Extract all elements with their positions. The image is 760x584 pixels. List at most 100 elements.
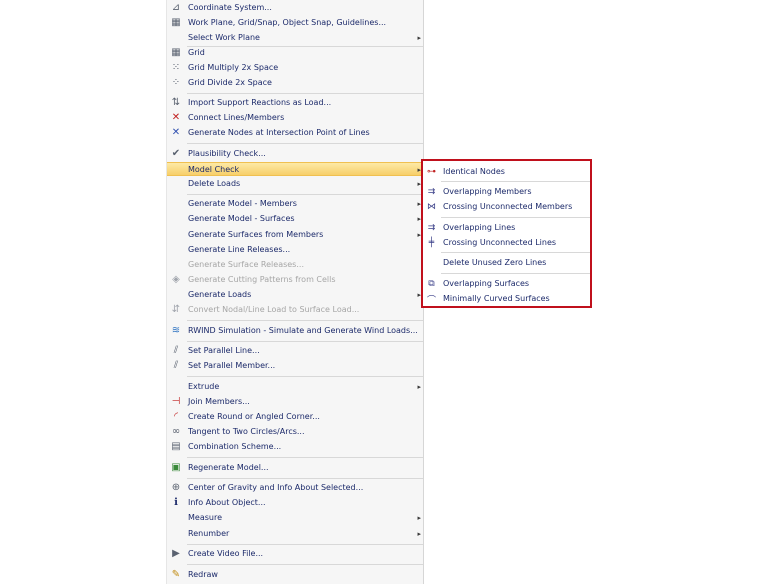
menu-item-label: Generate Nodes at Intersection Point of … <box>188 128 370 137</box>
menu-item-rwind-simulation[interactable]: ≋ RWIND Simulation - Simulate and Generat… <box>167 324 423 338</box>
menu-separator <box>187 93 423 94</box>
menu-item-connect-lines[interactable]: ✕ Connect Lines/Members <box>167 111 423 125</box>
submenu-arrow-icon: ▸ <box>417 530 421 538</box>
submenu-arrow-icon: ▸ <box>417 514 421 522</box>
menu-item-generate-model-surfaces[interactable]: Generate Model - Surfaces ▸ <box>167 212 423 226</box>
submenu-item-identical-nodes[interactable]: ⊶ Identical Nodes <box>423 165 590 179</box>
menu-item-generate-model-members[interactable]: Generate Model - Members ▸ <box>167 197 423 211</box>
submenu-separator <box>441 273 590 274</box>
plausibility-check-icon: ✔ <box>171 148 181 159</box>
menu-item-grid-divide[interactable]: ⁘ Grid Divide 2x Space <box>167 76 423 90</box>
menu-item-label: Model Check <box>188 165 240 174</box>
menu-item-label: Center of Gravity and Info About Selecte… <box>188 483 364 492</box>
overlapping-lines-icon: ⇉ <box>427 223 436 233</box>
menu-item-tangent-circles[interactable]: ∞ Tangent to Two Circles/Arcs... <box>167 425 423 439</box>
menu-item-regenerate-model[interactable]: ▣ Regenerate Model... <box>167 461 423 475</box>
menu-item-generate-surfaces-from-members[interactable]: Generate Surfaces from Members ▸ <box>167 228 423 242</box>
menu-item-plausibility-check[interactable]: ✔ Plausibility Check... <box>167 147 423 161</box>
menu-item-round-corner[interactable]: ◜ Create Round or Angled Corner... <box>167 410 423 424</box>
menu-item-generate-surface-releases: Generate Surface Releases... <box>167 258 423 272</box>
model-check-submenu: ⊶ Identical Nodes ⇉ Overlapping Members ⋈ C… <box>421 159 592 308</box>
menu-item-label: Create Round or Angled Corner... <box>188 412 320 421</box>
submenu-item-overlapping-surfaces[interactable]: ⧉ Overlapping Surfaces <box>423 277 590 291</box>
menu-item-combination-scheme[interactable]: ▤ Combination Scheme... <box>167 440 423 454</box>
menu-item-label: Set Parallel Member... <box>188 361 276 370</box>
menu-item-delete-loads[interactable]: Delete Loads ▸ <box>167 177 423 191</box>
menu-separator <box>187 544 423 545</box>
submenu-item-minimally-curved-surfaces[interactable]: ⌒ Minimally Curved Surfaces <box>423 292 590 306</box>
menu-item-generate-line-releases[interactable]: Generate Line Releases... <box>167 243 423 257</box>
regenerate-model-icon: ▣ <box>171 462 181 473</box>
menu-item-work-plane[interactable]: ▦ Work Plane, Grid/Snap, Object Snap, Gui… <box>167 16 423 30</box>
curved-surfaces-icon: ⌒ <box>426 295 436 306</box>
menu-item-label: Convert Nodal/Line Load to Surface Load.… <box>188 305 360 314</box>
submenu-arrow-icon: ▸ <box>417 34 421 42</box>
submenu-item-label: Overlapping Lines <box>443 223 516 232</box>
menu-item-label: Generate Line Releases... <box>188 245 291 254</box>
menu-separator <box>187 143 423 144</box>
menu-item-coordinate-system[interactable]: ⊿ Coordinate System... <box>167 1 423 15</box>
submenu-separator <box>441 217 590 218</box>
submenu-arrow-icon: ▸ <box>417 383 421 391</box>
menu-item-label: Generate Model - Members <box>188 199 297 208</box>
grid-divide-icon: ⁘ <box>171 77 181 88</box>
submenu-separator <box>441 252 590 253</box>
submenu-item-label: Overlapping Surfaces <box>443 279 530 288</box>
submenu-item-overlapping-lines[interactable]: ⇉ Overlapping Lines <box>423 221 590 235</box>
crossing-lines-icon: ╪ <box>428 238 435 248</box>
menu-item-redraw[interactable]: ✎ Redraw <box>167 568 423 582</box>
submenu-item-label: Delete Unused Zero Lines <box>443 258 547 267</box>
menu-item-label: Regenerate Model... <box>188 463 269 472</box>
menu-item-grid-multiply[interactable]: ⁙ Grid Multiply 2x Space <box>167 61 423 75</box>
parallel-line-icon: ⫽ <box>173 345 179 356</box>
menu-item-join-members[interactable]: ⊣ Join Members... <box>167 395 423 409</box>
menu-item-label: Import Support Reactions as Load... <box>188 98 332 107</box>
submenu-item-delete-unused-zero-lines[interactable]: Delete Unused Zero Lines <box>423 256 590 270</box>
menu-item-center-of-gravity[interactable]: ⊕ Center of Gravity and Info About Select… <box>167 481 423 495</box>
join-members-icon: ⊣ <box>171 396 181 407</box>
round-corner-icon: ◜ <box>174 411 178 422</box>
menu-item-info-about-object[interactable]: ℹ Info About Object... <box>167 496 423 510</box>
submenu-item-overlapping-members[interactable]: ⇉ Overlapping Members <box>423 185 590 199</box>
menu-item-label: RWIND Simulation - Simulate and Generate… <box>188 326 418 335</box>
menu-item-import-support-reactions[interactable]: ⇅ Import Support Reactions as Load... <box>167 96 423 110</box>
menu-item-label: Set Parallel Line... <box>188 346 260 355</box>
submenu-item-crossing-lines[interactable]: ╪ Crossing Unconnected Lines <box>423 236 590 250</box>
menu-item-model-check[interactable]: Model Check ▸ <box>167 162 423 176</box>
menu-separator <box>187 564 423 565</box>
menu-item-create-video-file[interactable]: ▶ Create Video File... <box>167 547 423 561</box>
menu-item-measure[interactable]: Measure ▸ <box>167 511 423 525</box>
info-icon: ℹ <box>174 497 178 508</box>
menu-item-set-parallel-line[interactable]: ⫽ Set Parallel Line... <box>167 344 423 358</box>
menu-item-renumber[interactable]: Renumber ▸ <box>167 527 423 541</box>
menu-item-label: Combination Scheme... <box>188 442 282 451</box>
import-reactions-icon: ⇅ <box>171 97 181 108</box>
menu-item-select-work-plane[interactable]: Select Work Plane ▸ <box>167 31 423 45</box>
crossing-members-icon: ⋈ <box>427 202 436 212</box>
menu-separator <box>187 341 423 342</box>
parallel-member-icon: ⫽ <box>173 360 179 371</box>
menu-item-label: Select Work Plane <box>188 33 260 42</box>
video-file-icon: ▶ <box>172 548 180 559</box>
intersection-nodes-icon: ✕ <box>171 127 181 138</box>
rwind-icon: ≋ <box>171 325 181 336</box>
menu-item-label: Generate Cutting Patterns from Cells <box>188 275 336 284</box>
menu-separator <box>187 478 423 479</box>
center-gravity-icon: ⊕ <box>171 482 181 493</box>
menu-separator <box>187 376 423 377</box>
menu-item-label: Info About Object... <box>188 498 266 507</box>
menu-item-grid[interactable]: ▦ Grid <box>167 46 423 60</box>
menu-item-label: Work Plane, Grid/Snap, Object Snap, Guid… <box>188 18 387 27</box>
submenu-item-crossing-members[interactable]: ⋈ Crossing Unconnected Members <box>423 200 590 214</box>
menu-item-set-parallel-member[interactable]: ⫽ Set Parallel Member... <box>167 359 423 373</box>
menu-item-label: Connect Lines/Members <box>188 113 285 122</box>
menu-item-label: Extrude <box>188 382 220 391</box>
menu-item-generate-loads[interactable]: Generate Loads ▸ <box>167 288 423 302</box>
menu-item-label: Grid <box>188 48 205 57</box>
coordinate-system-icon: ⊿ <box>171 2 181 13</box>
menu-item-generate-nodes-intersection[interactable]: ✕ Generate Nodes at Intersection Point of… <box>167 126 423 140</box>
identical-nodes-icon: ⊶ <box>427 167 436 177</box>
submenu-separator <box>441 181 590 182</box>
menu-item-extrude[interactable]: Extrude ▸ <box>167 380 423 394</box>
submenu-item-label: Crossing Unconnected Members <box>443 202 573 211</box>
